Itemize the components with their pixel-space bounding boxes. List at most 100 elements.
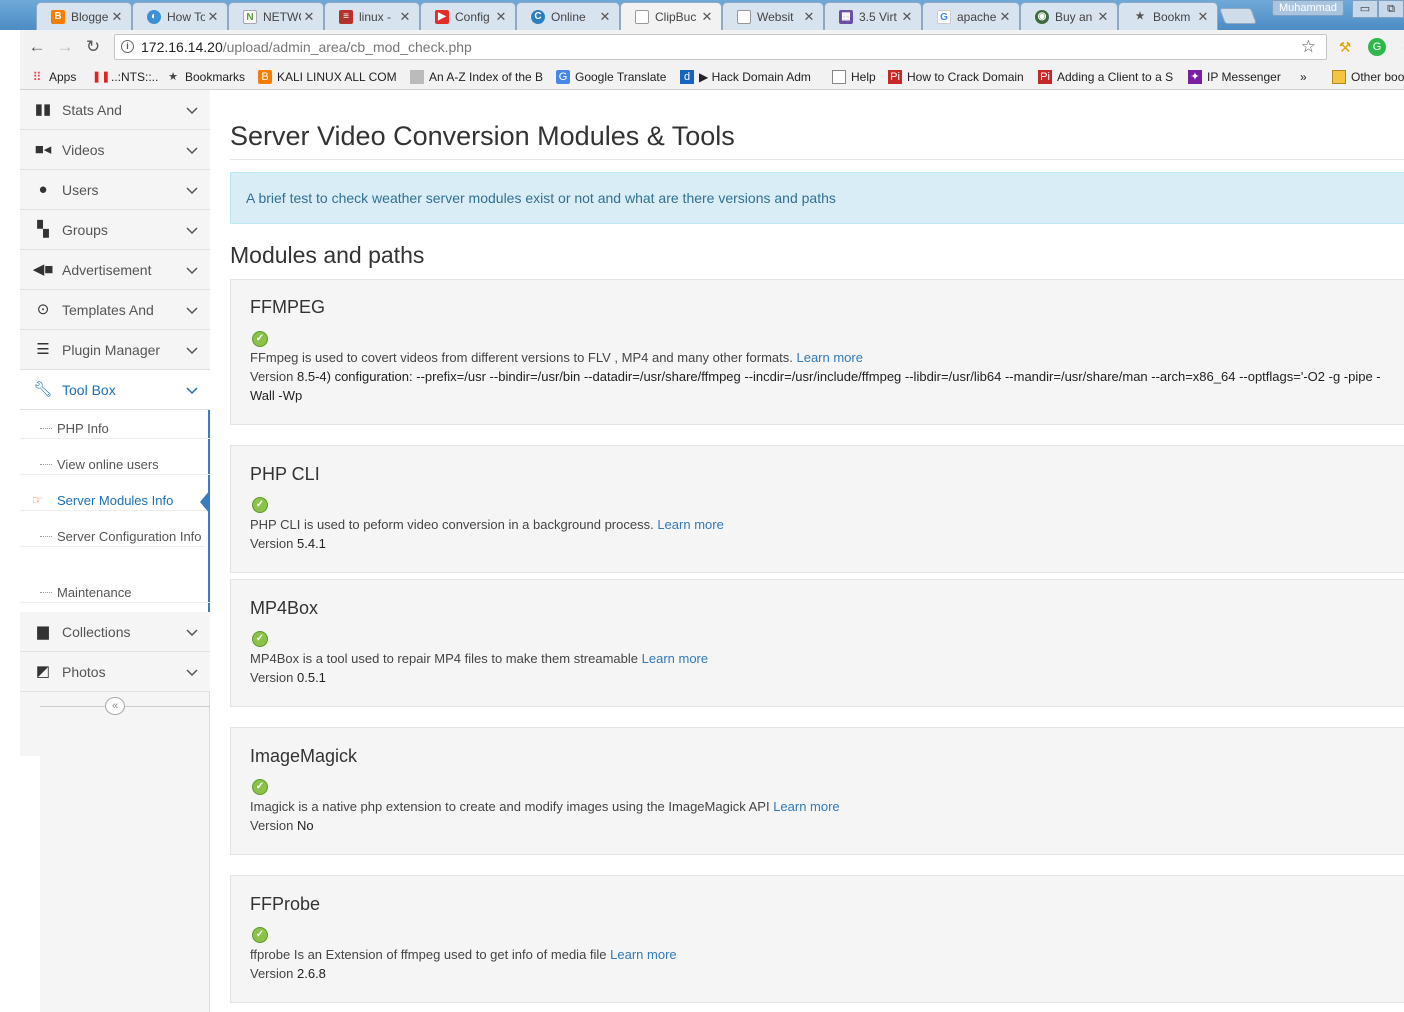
module-name: MP4Box [250,598,319,618]
address-bar[interactable]: i 172.16.14.20/upload/admin_area/cb_mod_… [114,34,1327,60]
close-icon[interactable]: ✕ [1195,9,1211,25]
back-arrow-icon[interactable]: ← [26,36,48,58]
tab-title: ClipBuc [655,9,697,24]
close-icon[interactable]: ✕ [597,9,613,25]
new-tab-button[interactable] [1219,8,1257,24]
close-icon[interactable]: ✕ [301,9,317,25]
submenu-maintenance[interactable]: Maintenance [20,583,210,603]
bookmark-ip-messenger[interactable]: ✦ IP Messenger [1188,68,1281,86]
sidebar-item-videos[interactable]: ■◂ Videos [20,130,210,170]
close-icon[interactable]: ✕ [493,9,509,25]
tiles-icon: ▦ [839,9,853,24]
folder-icon [1332,70,1346,84]
browser-tab[interactable]: B Blogge ✕ [36,2,132,30]
browser-tab-active[interactable]: ClipBuc ✕ [620,2,722,30]
close-icon[interactable]: ✕ [899,9,915,25]
sidebar-item-users[interactable]: ● Users [20,170,210,210]
sidebar-item-advertisement[interactable]: ◀■ Advertisement [20,250,210,290]
sidebar-item-toolbox[interactable]: 🔧︎ Tool Box [20,370,210,410]
browser-tab[interactable]: ★ Bookm ✕ [1118,2,1218,30]
star-icon: ★ [168,71,178,83]
close-icon[interactable]: ✕ [699,9,715,25]
close-icon[interactable]: ✕ [997,9,1013,25]
submenu-view-online-users[interactable]: View online users [20,455,210,475]
page-icon [737,9,751,24]
module-description: PHP CLI is used to peform video conversi… [250,517,724,532]
tab-title: apache [957,9,997,24]
bookmark-kali[interactable]: B KALI LINUX ALL COM [258,68,398,86]
sidebar-item-groups[interactable]: ▚ Groups [20,210,210,250]
restore-button[interactable]: ⧉ [1378,0,1404,18]
learn-more-link[interactable]: Learn more [796,350,862,365]
module-version: Version 0.5.1 [250,670,326,685]
extension-icon[interactable]: ● [1398,38,1404,56]
grammarly-icon[interactable]: G [1368,38,1386,56]
bookmark-crack-domain[interactable]: Pi How to Crack Domain [888,68,1028,86]
learn-more-link[interactable]: Learn more [773,799,839,814]
module-description: Imagick is a native php extension to cre… [250,799,840,814]
server-icon: ☰ [36,340,50,358]
browser-tab[interactable]: G apache ✕ [922,2,1020,30]
check-icon: ✓ [252,331,268,347]
close-icon[interactable]: ✕ [801,9,817,25]
bookmark-other[interactable]: Other boo [1332,68,1404,86]
bookmark-nts[interactable]: ❚❚ ..:NTS::.. [92,68,158,86]
address-host: 172.16.14.20 [141,39,223,55]
bookmark-apps[interactable]: ⠿ Apps [30,68,77,86]
info-icon[interactable]: i [121,40,134,53]
toolbox-submenu: PHP Info View online users ☞ Server Modu… [20,410,210,612]
module-card-ffmpeg: FFMPEG ✓ FFmpeg is used to covert videos… [230,279,1404,425]
bookmark-bookmarks[interactable]: ★ Bookmarks [166,68,245,86]
browser-tab[interactable]: ≡ linux - ✕ [324,2,420,30]
google-icon: G [937,9,951,24]
tab-title: Buy an [1055,9,1093,24]
browser-tab[interactable]: Websit ✕ [722,2,824,30]
browser-tab[interactable]: ◉ Buy an ✕ [1020,2,1118,30]
chevron-down-icon [186,628,198,636]
trash-icon: ▆ [37,622,49,640]
close-icon[interactable]: ✕ [205,9,221,25]
bookmark-help[interactable]: Help [832,68,876,86]
bookmark-az-index[interactable]: An A-Z Index of the B [410,68,546,86]
browser-tab[interactable]: ▦ 3.5 Virt ✕ [824,2,922,30]
module-description: ffprobe Is an Extension of ffmpeg used t… [250,947,677,962]
bookmark-hack-domain[interactable]: d ▶ Hack Domain Adm [680,68,820,86]
browser-tab[interactable]: C Online ✕ [516,2,620,30]
collapse-sidebar-button[interactable]: « [105,697,125,715]
active-item-pointer [200,490,210,514]
profile-badge[interactable]: Muhammad [1272,0,1344,16]
module-name: FFProbe [250,894,321,914]
n-icon: N [243,9,257,24]
browser-tab[interactable]: N NETWO ✕ [228,2,324,30]
tab-title: Online [551,9,586,24]
close-icon[interactable]: ✕ [1095,9,1111,25]
learn-more-link[interactable]: Learn more [657,517,723,532]
close-icon[interactable]: ✕ [397,9,413,25]
learn-more-link[interactable]: Learn more [642,651,708,666]
minimize-button[interactable]: ▭ [1352,0,1378,18]
forward-arrow-icon[interactable]: → [54,36,76,58]
extension-tools-icon[interactable]: ⚒ [1336,38,1354,56]
submenu-server-configuration-info[interactable]: Server Configuration Info [20,527,205,547]
sidebar-item-plugin-manager[interactable]: ☰ Plugin Manager [20,330,210,370]
submenu-server-modules-info[interactable]: ☞ Server Modules Info [20,491,210,511]
sidebar-item-collections[interactable]: ▆ Collections [20,612,210,652]
tab-title: Config [455,9,490,24]
browser-tab[interactable]: ◐ How To ✕ [132,2,228,30]
close-icon[interactable]: ✕ [109,9,125,25]
bookmark-google-translate[interactable]: G Google Translate [556,68,666,86]
sidebar-item-photos[interactable]: ◩ Photos [20,652,210,692]
check-icon: ✓ [252,927,268,943]
c-icon: C [531,9,545,24]
reload-icon[interactable]: ↻ [82,36,104,58]
main-content: Server Video Conversion Modules & Tools … [210,90,1404,1012]
sidebar-item-templates[interactable]: ⊙ Templates And [20,290,210,330]
sidebar-item-stats[interactable]: ▮▮ Stats And [20,90,210,130]
browser-tab[interactable]: ▶ Config ✕ [420,2,516,30]
left-edge-strip [20,756,40,1012]
bookmark-adding-client[interactable]: Pi Adding a Client to a S [1038,68,1178,86]
bookmark-star-icon[interactable]: ☆ [1301,35,1316,59]
more-bookmarks-button[interactable]: » [1300,68,1307,86]
learn-more-link[interactable]: Learn more [610,947,676,962]
submenu-php-info[interactable]: PHP Info [20,419,210,439]
